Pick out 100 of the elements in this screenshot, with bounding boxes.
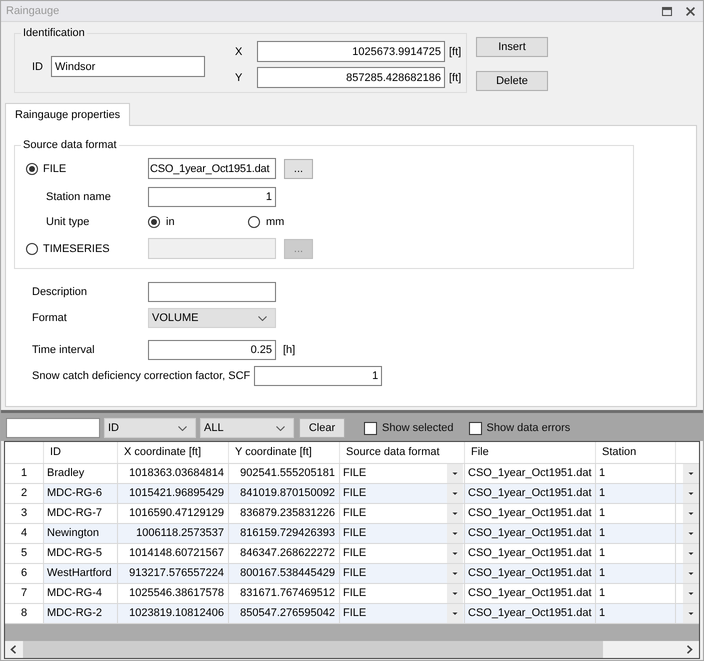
dropdown-cell[interactable]: FILE (340, 584, 465, 603)
table-cell: 1025546.38617578 (118, 584, 229, 603)
text-field[interactable] (148, 282, 276, 302)
tab[interactable]: Raingauge properties (5, 103, 130, 126)
table-row[interactable]: 5 MDC-RG-5 1014148.60721567 846347.268622272 FILE CSO_1year_Oct1951.dat 1 (5, 544, 699, 564)
radio-label[interactable]: mm (266, 216, 284, 228)
table-cell: CSO_1year_Oct1951.dat (465, 604, 596, 623)
column-header[interactable]: ID (44, 442, 118, 463)
caret-icon[interactable] (683, 484, 699, 503)
table-row[interactable]: 1 Bradley 1018363.03684814 902541.555205181 FILE CSO_1year_Oct1951.dat 1 (5, 464, 699, 484)
close-icon[interactable] (686, 6, 695, 16)
field-label: Time interval (32, 344, 96, 356)
browse-button[interactable]: ... (284, 158, 313, 178)
radio-label[interactable]: FILE (43, 162, 66, 174)
restore-icon[interactable] (662, 6, 672, 16)
table-cell: Newington (44, 524, 118, 543)
column-header[interactable]: Source data format (340, 442, 465, 463)
coordinate-field[interactable]: 1025673.9914725 (257, 41, 445, 62)
caret-icon[interactable] (447, 484, 463, 503)
table-row[interactable]: 2 MDC-RG-6 1015421.96895429 841019.870150092 FILE CSO_1year_Oct1951.dat 1 (5, 484, 699, 504)
table-row[interactable]: 4 Newington 1006118.2573537 816159.729426393 FILE CSO_1year_Oct1951.dat 1 (5, 524, 699, 544)
unit-label: [ft] (449, 72, 462, 84)
filter-dropdown[interactable]: ID (104, 418, 196, 438)
row-number: 4 (5, 524, 44, 543)
table-cell: 1006118.2573537 (118, 524, 229, 543)
checkbox-label[interactable]: Show data errors (486, 422, 570, 434)
table-cell: MDC-RG-2 (44, 604, 118, 623)
dropdown-cell[interactable]: FILE (340, 604, 465, 623)
checkbox[interactable] (364, 422, 377, 434)
id-field[interactable]: Windsor (51, 56, 205, 77)
horizontal-scrollbar[interactable] (5, 641, 699, 658)
scroll-left-icon[interactable] (10, 645, 17, 654)
radio-button[interactable] (148, 216, 160, 228)
table-cell: 1023819.10812406 (118, 604, 229, 623)
station-name-field[interactable]: 1 (148, 187, 276, 207)
table-cell: 1 (596, 564, 676, 583)
dropdown-cell[interactable]: FILE (340, 504, 465, 523)
action-button[interactable]: Delete (476, 71, 548, 91)
field-label: X (235, 46, 244, 58)
dropdown-cell[interactable]: FILE (340, 524, 465, 543)
table-cell: 1 (596, 504, 676, 523)
caret-icon[interactable] (447, 524, 463, 543)
number-field[interactable]: 0.25 (148, 340, 276, 360)
table-cell: 1 (596, 464, 676, 483)
checkbox-label[interactable]: Show selected (382, 422, 454, 434)
scrollbar-thumb[interactable] (23, 641, 603, 658)
table-cell: 846347.268622272 (229, 544, 340, 563)
window-title: Raingauge (6, 5, 60, 17)
table-cell: 1 (596, 524, 676, 543)
caret-icon[interactable] (683, 524, 699, 543)
caret-icon[interactable] (447, 544, 463, 563)
column-header[interactable]: File (465, 442, 596, 463)
dropdown-cell[interactable]: FILE (340, 484, 465, 503)
caret-icon[interactable] (683, 584, 699, 603)
table-cell: Bradley (44, 464, 118, 483)
table-cell: 831671.767469512 (229, 584, 340, 603)
checkbox[interactable] (468, 422, 482, 434)
number-field[interactable]: 1 (254, 366, 382, 386)
clear-button[interactable]: Clear (299, 418, 345, 438)
caret-icon[interactable] (683, 564, 699, 583)
caret-icon[interactable] (683, 464, 699, 483)
dropdown-cell[interactable]: FILE (340, 564, 465, 583)
table-cell: MDC-RG-6 (44, 484, 118, 503)
dropdown-cell[interactable]: FILE (340, 464, 465, 483)
table-cell: 1018363.03684814 (118, 464, 229, 483)
coordinate-field[interactable]: 857285.428682186 (257, 67, 445, 88)
table-cell: MDC-RG-5 (44, 544, 118, 563)
filter-dropdown[interactable]: ALL (200, 418, 294, 438)
radio-label[interactable]: in (166, 216, 175, 228)
field-label: Station name (45, 191, 112, 203)
radio-button[interactable] (26, 162, 38, 174)
field-label: ID (32, 60, 43, 72)
caret-icon[interactable] (447, 584, 463, 603)
caret-icon[interactable] (447, 604, 463, 623)
table-cell: CSO_1year_Oct1951.dat (465, 564, 596, 583)
table-row[interactable]: 8 MDC-RG-2 1023819.10812406 850547.276595042 FILE CSO_1year_Oct1951.dat 1 (5, 604, 699, 624)
table-row[interactable]: 6 WestHartford 913217.576557224 800167.538445429 FILE CSO_1year_Oct1951.dat 1 (5, 564, 699, 584)
caret-icon[interactable] (683, 504, 699, 523)
table-row[interactable]: 3 MDC-RG-7 1016590.47129129 836879.235831226 FILE CSO_1year_Oct1951.dat 1 (5, 504, 699, 524)
table-cell: CSO_1year_Oct1951.dat (465, 524, 596, 543)
caret-icon[interactable] (447, 504, 463, 523)
table-cell: 841019.870150092 (229, 484, 340, 503)
radio-button[interactable] (248, 216, 260, 228)
file-field[interactable]: CSO_1year_Oct1951.dat (148, 158, 276, 179)
scroll-right-icon[interactable] (686, 645, 693, 654)
column-header[interactable]: X coordinate [ft] (118, 442, 229, 463)
format-dropdown[interactable]: VOLUME (148, 308, 276, 328)
caret-icon[interactable] (447, 564, 463, 583)
table-cell: 800167.538445429 (229, 564, 340, 583)
row-number: 6 (5, 564, 44, 583)
caret-icon[interactable] (683, 544, 699, 563)
action-button[interactable]: Insert (476, 37, 548, 57)
column-header[interactable]: Station (596, 442, 676, 463)
caret-icon[interactable] (683, 604, 699, 623)
table-row[interactable]: 7 MDC-RG-4 1025546.38617578 831671.767469512 FILE CSO_1year_Oct1951.dat 1 (5, 584, 699, 604)
search-field[interactable] (6, 418, 100, 438)
caret-icon[interactable] (447, 464, 463, 483)
dropdown-cell[interactable]: FILE (340, 544, 465, 563)
column-header[interactable]: Y coordinate [ft] (229, 442, 340, 463)
table-cell: 816159.729426393 (229, 524, 340, 543)
